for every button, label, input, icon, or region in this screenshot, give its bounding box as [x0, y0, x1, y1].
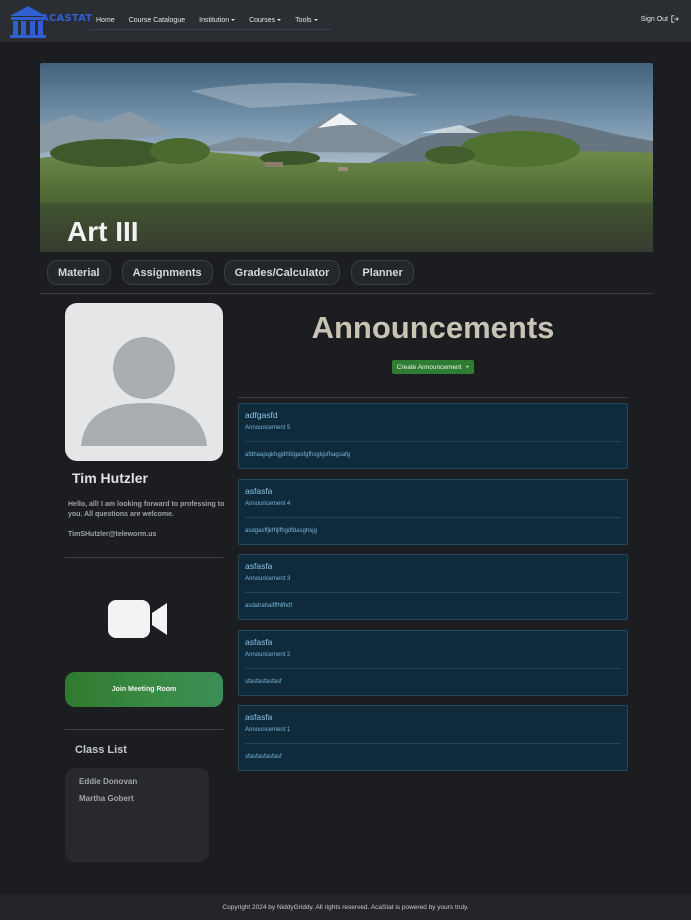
announcement-list: adfgasfd Announcement 5 afdhaajsgkhgjdhf… — [238, 403, 628, 781]
announcement-subtitle: Announcement 4 — [245, 500, 291, 507]
class-list-title: Class List — [75, 744, 127, 756]
sidebar-divider — [65, 729, 223, 730]
nav-item-label: Institution — [199, 16, 230, 24]
main-nav: Home Course Catalogue Institution Course… — [90, 11, 332, 30]
chevron-down-icon — [231, 19, 236, 21]
footer: Copyright 2024 by NiddyGriddy. All right… — [0, 894, 691, 920]
course-banner: Art III — [40, 63, 653, 252]
announcement-subtitle: Announcement 3 — [245, 576, 291, 582]
sidebar-divider — [65, 557, 223, 558]
create-announcement-label: Create Announcement — [396, 363, 462, 371]
announcement-card[interactable]: asfasfa Announcement 1 sfasfasfasfasf — [238, 705, 628, 771]
section-divider — [40, 293, 653, 294]
card-divider — [245, 592, 621, 593]
video-camera-icon — [108, 599, 168, 639]
footer-text: Copyright 2024 by NiddyGriddy. All right… — [222, 903, 469, 911]
announcement-subtitle: Announcement 5 — [245, 425, 291, 431]
class-list: Eddie Donovan Martha Gobert — [65, 768, 209, 862]
instructor-email[interactable]: TimSHutzler@teleworm.us — [68, 531, 156, 538]
chevron-down-icon — [277, 19, 282, 21]
nav-item-course-catalogue[interactable]: Course Catalogue — [129, 17, 185, 24]
sign-out-label: Sign Out — [640, 15, 668, 23]
tab-material[interactable]: Material — [47, 260, 111, 285]
sign-out-icon — [671, 15, 679, 23]
list-item[interactable]: Martha Gobert — [79, 794, 195, 803]
plus-icon: + — [465, 363, 470, 371]
person-silhouette-icon — [81, 337, 207, 446]
announcement-title: adfgasfd — [245, 410, 278, 420]
announcement-body: asdahahaifffhlfhdf — [245, 603, 293, 609]
profile-avatar — [65, 303, 223, 461]
card-divider — [245, 743, 621, 744]
chevron-down-icon — [313, 19, 318, 21]
instructor-bio: Hello, all! I am looking forward to prof… — [68, 501, 225, 518]
card-divider — [245, 516, 621, 518]
sign-out-button[interactable]: Sign Out — [641, 15, 679, 23]
announcement-card[interactable]: asfasfa Announcement 3 asdahahaifffhlfhd… — [238, 554, 628, 620]
brand-name: ACASTAT — [41, 13, 93, 24]
list-item[interactable]: Eddie Donovan — [79, 777, 195, 786]
card-divider — [245, 667, 621, 669]
announcement-title: asfasfa — [245, 485, 273, 496]
announcements-divider — [238, 397, 628, 398]
announcement-subtitle: Announcement 2 — [245, 651, 291, 658]
nav-item-label: Tools — [295, 16, 312, 24]
announcement-body: asdgasffjkfhjlfhgdfdasghsjg — [245, 527, 317, 534]
announcement-title: asfasfa — [245, 561, 273, 571]
join-meeting-button[interactable]: Join Meeting Room — [65, 672, 223, 707]
nav-item-institution[interactable]: Institution — [199, 16, 236, 24]
tab-grades-calculator[interactable]: Grades/Calculator — [223, 260, 341, 285]
create-announcement-button[interactable]: Create Announcement + — [392, 360, 474, 374]
announcement-body: sfasfasfasfasf — [245, 678, 282, 685]
course-tabs: Material Assignments Grades/Calculator P… — [47, 260, 414, 285]
announcement-body: sfasfasfasfasf — [245, 754, 282, 760]
announcement-card[interactable]: adfgasfd Announcement 5 afdhaajsgkhgjdhf… — [238, 403, 628, 469]
nav-item-home[interactable]: Home — [96, 17, 115, 24]
nav-item-courses[interactable]: Courses — [249, 16, 282, 24]
nav-item-label: Courses — [249, 16, 276, 24]
tab-planner[interactable]: Planner — [351, 260, 414, 285]
announcement-card[interactable]: asfasfa Announcement 2 sfasfasfasfasf — [238, 629, 628, 696]
announcement-subtitle: Announcement 1 — [245, 727, 291, 733]
tab-assignments[interactable]: Assignments — [121, 260, 213, 285]
announcement-title: asfasfa — [245, 636, 273, 647]
instructor-name: Tim Hutzler — [72, 470, 148, 486]
announcement-card[interactable]: asfasfa Announcement 4 asdgasffjkfhjlfhg… — [238, 478, 628, 545]
navbar: ACASTAT Home Course Catalogue Institutio… — [0, 0, 691, 42]
nav-item-tools[interactable]: Tools — [295, 16, 318, 24]
announcement-body: afdhaajsgkhgjdhfdgasfgfhsgkjsfhagsafg — [245, 452, 351, 458]
nav-item-label: Course Catalogue — [128, 16, 186, 24]
course-title: Art III — [67, 216, 139, 247]
announcements-title: Announcements — [311, 310, 555, 345]
announcement-title: asfasfa — [245, 712, 273, 722]
nav-item-label: Home — [96, 16, 115, 24]
card-divider — [245, 441, 621, 442]
